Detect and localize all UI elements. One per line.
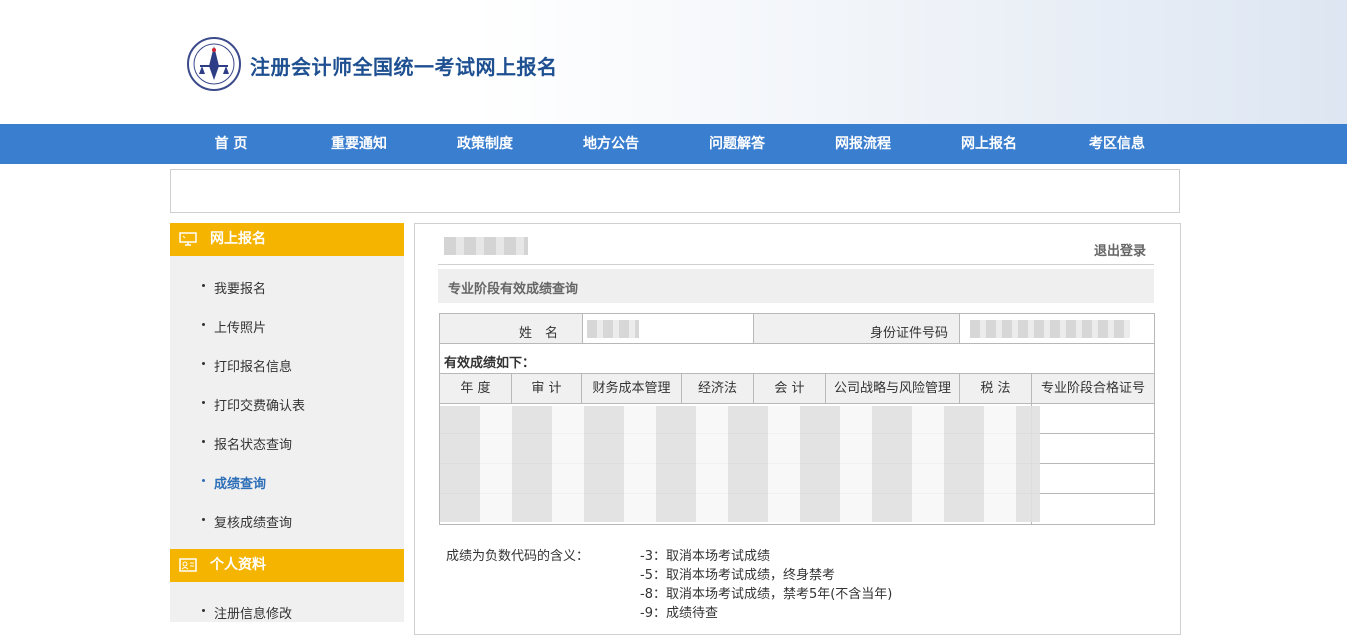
sidebar-item-upload-photo[interactable]: 上传照片 (170, 306, 404, 345)
col-accounting: 会 计 (754, 374, 826, 404)
sidebar-item-label: 复核成绩查询 (214, 516, 293, 531)
sidebar-section-title: 网上报名 (210, 231, 266, 247)
col-audit: 审 计 (512, 374, 582, 404)
nav-exam-area-info[interactable]: 考区信息 (1080, 124, 1154, 164)
nav-policies[interactable]: 政策制度 (448, 124, 522, 164)
bullet (202, 401, 205, 404)
id-label-cell: 身份证件号码 (754, 314, 960, 344)
section-title-text: 专业阶段有效成绩查询 (448, 282, 579, 297)
name-value-cell (583, 314, 754, 344)
nav-notices[interactable]: 重要通知 (322, 124, 396, 164)
name-label-cell: 姓 名 (440, 314, 583, 344)
name-label: 姓 名 (519, 326, 559, 341)
main-nav: 首 页 重要通知 政策制度 地方公告 问题解答 网报流程 网上报名 考区信息 (0, 124, 1347, 164)
banner-box (170, 169, 1180, 213)
cicpa-logo-icon (186, 36, 242, 92)
score-table: 姓 名 身份证件号码 有效成绩如下： 年 度 审 计 财务成本管理 经济法 会 … (439, 313, 1155, 525)
bullet (202, 284, 205, 287)
nav-faq[interactable]: 问题解答 (700, 124, 774, 164)
sidebar-item-status[interactable]: 报名状态查询 (170, 423, 404, 462)
nav-home[interactable]: 首 页 (196, 124, 266, 164)
sidebar-item-print-payment[interactable]: 打印交费确认表 (170, 384, 404, 423)
note-line: -3：取消本场考试成绩 (640, 549, 770, 564)
note-line: -9：成绩待查 (640, 606, 718, 621)
sidebar-list: 注册信息修改 (170, 582, 404, 622)
sidebar-section-header: 网上报名 (170, 223, 404, 256)
col-certificate: 专业阶段合格证号 (1032, 374, 1154, 404)
monitor-icon (179, 232, 197, 246)
logout-link[interactable]: 退出登录 (1094, 240, 1146, 259)
sidebar-item-review-query[interactable]: 复核成绩查询 (170, 501, 404, 540)
sidebar-item-label: 报名状态查询 (214, 438, 293, 453)
note-line: -8：取消本场考试成绩，禁考5年(不含当年) (640, 587, 893, 602)
scores-redacted (440, 406, 1040, 522)
name-redacted (587, 320, 639, 338)
sidebar-item-label: 上传照片 (214, 321, 267, 336)
sidebar-item-label: 打印报名信息 (214, 360, 293, 375)
sidebar-item-register[interactable]: 我要报名 (170, 267, 404, 306)
id-value-cell (960, 314, 1154, 344)
sidebar: 网上报名 我要报名 上传照片 打印报名信息 打印交费确认表 报名状态查询 成绩查… (170, 223, 404, 622)
section-title: 专业阶段有效成绩查询 (438, 269, 1154, 303)
note-line: -5：取消本场考试成绩，终身禁考 (640, 568, 835, 583)
nav-online-registration[interactable]: 网上报名 (952, 124, 1026, 164)
valid-label-cell: 有效成绩如下： (440, 344, 1154, 374)
bullet (202, 323, 205, 326)
bullet (202, 518, 205, 521)
col-strategy: 公司战略与风险管理 (826, 374, 960, 404)
site-header: 注册会计师全国统一考试网上报名 (0, 0, 1347, 124)
username-redacted (444, 237, 528, 255)
nav-process[interactable]: 网报流程 (826, 124, 900, 164)
sidebar-list: 我要报名 上传照片 打印报名信息 打印交费确认表 报名状态查询 成绩查询 复核成… (170, 256, 404, 549)
sidebar-section-header: 个人资料 (170, 549, 404, 582)
sidebar-item-label: 成绩查询 (214, 477, 267, 492)
id-card-icon (179, 558, 197, 572)
sidebar-item-label: 我要报名 (214, 282, 267, 297)
col-financial: 财务成本管理 (582, 374, 682, 404)
valid-label: 有效成绩如下： (444, 356, 536, 371)
col-tax: 税 法 (960, 374, 1032, 404)
col-year: 年 度 (440, 374, 512, 404)
id-redacted (970, 320, 1130, 338)
col-law: 经济法 (682, 374, 754, 404)
divider (438, 264, 1154, 265)
site-title: 注册会计师全国统一考试网上报名 (250, 55, 558, 79)
bullet (202, 479, 205, 482)
sidebar-item-label: 注册信息修改 (214, 607, 293, 622)
sidebar-item-edit-profile[interactable]: 注册信息修改 (170, 592, 404, 631)
id-label: 身份证件号码 (870, 326, 949, 341)
bullet (202, 609, 205, 612)
bullet (202, 362, 205, 365)
sidebar-section-title: 个人资料 (210, 557, 266, 573)
sidebar-item-label: 打印交费确认表 (214, 399, 306, 414)
bullet (202, 440, 205, 443)
notes-label: 成绩为负数代码的含义： (446, 549, 590, 564)
sidebar-item-score-query[interactable]: 成绩查询 (170, 462, 404, 501)
nav-local-announcements[interactable]: 地方公告 (574, 124, 648, 164)
sidebar-item-print-info[interactable]: 打印报名信息 (170, 345, 404, 384)
